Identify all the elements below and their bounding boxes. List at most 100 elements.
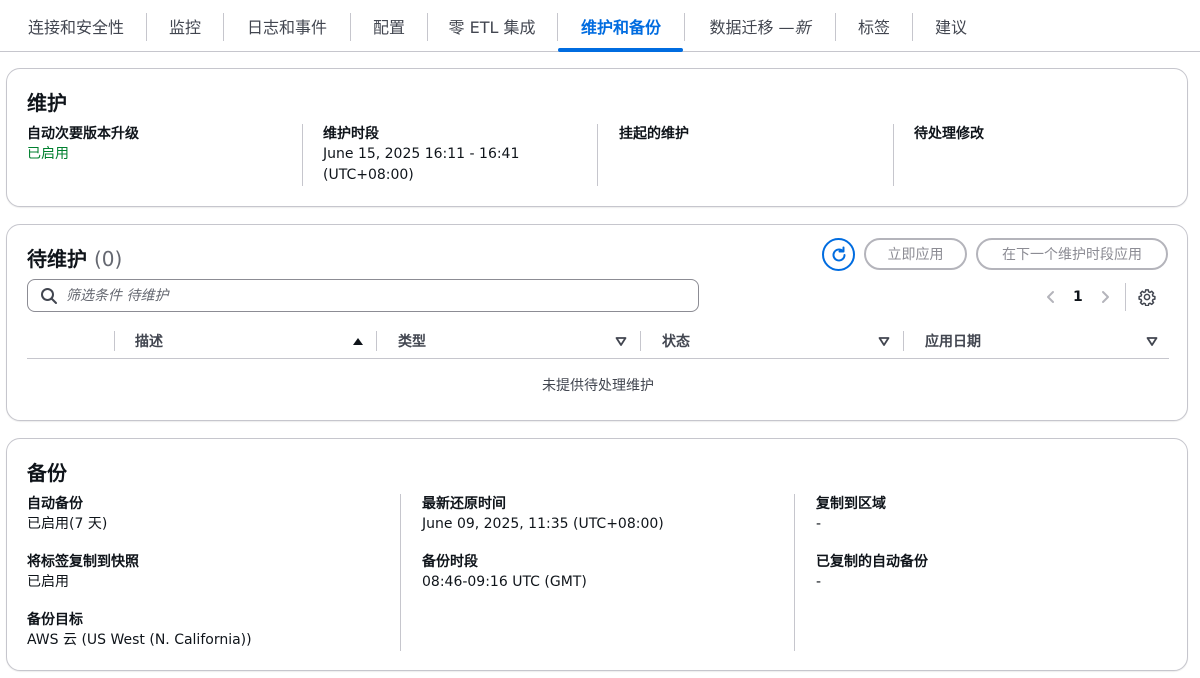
- replicated-auto-backups: 已复制的自动备份 -: [816, 552, 928, 593]
- sort-icon[interactable]: [878, 335, 890, 347]
- sort-ascending-icon[interactable]: [352, 335, 364, 347]
- maintenance-window-value: June 15, 2025 16:11 - 16:41: [323, 146, 520, 162]
- auto-backup-label: 自动备份: [27, 496, 83, 512]
- column-divider: [597, 124, 598, 186]
- backup-title: 备份: [27, 461, 67, 485]
- column-divider: [893, 124, 894, 186]
- empty-state-message: 未提供待处理维护: [542, 378, 654, 394]
- copy-tags-value: 已启用: [27, 574, 69, 590]
- apply-now-button[interactable]: 立即应用: [864, 238, 967, 270]
- column-divider: [376, 331, 377, 351]
- table-header-divider: [27, 358, 1169, 359]
- tab-label: 监控: [168, 18, 201, 37]
- auto-minor-upgrade-label: 自动次要版本升级: [27, 126, 139, 142]
- backup-target: 备份目标 AWS 云 (US West (N. California)): [27, 610, 252, 651]
- replicated-auto-label: 已复制的自动备份: [816, 554, 928, 570]
- backup-panel: 备份 自动备份 已启用(7 天) 将标签复制到快照 已启用 备份目标 AWS 云…: [6, 438, 1188, 671]
- replicate-region-value: -: [816, 516, 822, 532]
- chevron-left-icon[interactable]: [1043, 289, 1059, 305]
- tab-label: 零 ETL 集成: [448, 18, 536, 37]
- pagination: 1: [1043, 283, 1156, 311]
- tab-divider: [427, 13, 428, 41]
- copy-tags-to-snapshots: 将标签复制到快照 已启用: [27, 552, 139, 593]
- tab-divider: [350, 13, 351, 41]
- tab-divider: [557, 13, 558, 41]
- column-divider: [903, 331, 904, 351]
- column-header-description[interactable]: 描述: [135, 329, 163, 353]
- auto-minor-upgrade-value: 已启用: [27, 146, 69, 162]
- tab-label: 数据迁移 —: [709, 18, 795, 37]
- copy-tags-label: 将标签复制到快照: [27, 554, 139, 570]
- pending-maintenance: 挂起的维护: [619, 124, 689, 144]
- column-divider: [794, 494, 795, 651]
- tab-label: 日志和事件: [246, 18, 327, 37]
- maintenance-window: 维护时段 June 15, 2025 16:11 - 16:41 (UTC+08…: [323, 124, 519, 186]
- backup-window: 备份时段 08:46-09:16 UTC (GMT): [422, 552, 587, 593]
- column-header-type[interactable]: 类型: [398, 329, 426, 353]
- tab-maintenance-backup[interactable]: 维护和备份: [559, 0, 683, 52]
- tab-label: 标签: [857, 18, 890, 37]
- tab-monitoring[interactable]: 监控: [148, 0, 222, 52]
- sort-icon[interactable]: [1146, 335, 1158, 347]
- backup-window-value: 08:46-09:16 UTC (GMT): [422, 574, 587, 590]
- tab-divider: [223, 13, 224, 41]
- tab-label: 配置: [372, 18, 405, 37]
- pending-modifications-label: 待处理修改: [914, 126, 984, 142]
- pending-maintenance-title: 待维护 (0): [27, 243, 122, 272]
- column-divider: [400, 494, 401, 651]
- pending-count: (0): [93, 247, 123, 271]
- tab-label: 建议: [934, 18, 967, 37]
- tab-label: 连接和安全性: [27, 18, 124, 37]
- tab-label: 维护和备份: [580, 18, 661, 37]
- gear-icon[interactable]: [1138, 288, 1156, 306]
- apply-next-window-button[interactable]: 在下一个维护时段应用: [976, 238, 1168, 270]
- refresh-icon: [832, 246, 845, 261]
- pending-maintenance-panel: 待维护 (0) 立即应用 在下一个维护时段应用 1 描述 类型: [6, 224, 1188, 421]
- search-icon: [41, 287, 57, 304]
- column-divider: [114, 331, 115, 351]
- filter-search[interactable]: [27, 279, 699, 312]
- pending-maintenance-label: 挂起的维护: [619, 126, 689, 142]
- tab-divider: [146, 13, 147, 41]
- tab-configuration[interactable]: 配置: [352, 0, 426, 52]
- search-input[interactable]: [66, 287, 666, 304]
- backup-target-value: AWS 云 (US West (N. California)): [27, 632, 252, 648]
- auto-backup-value: 已启用(7 天): [27, 516, 108, 532]
- latest-restore-value: June 09, 2025, 11:35 (UTC+08:00): [422, 516, 664, 532]
- replicated-auto-value: -: [816, 574, 822, 590]
- tab-zero-etl[interactable]: 零 ETL 集成: [429, 0, 555, 52]
- tab-bar: 连接和安全性 监控 日志和事件 配置 零 ETL 集成 维护和备份 数据迁移 —…: [0, 0, 1200, 52]
- maintenance-window-timezone: (UTC+08:00): [323, 167, 414, 183]
- auto-backup: 自动备份 已启用(7 天): [27, 494, 107, 535]
- tab-tags[interactable]: 标签: [837, 0, 911, 52]
- sort-icon[interactable]: [615, 335, 627, 347]
- column-divider: [302, 124, 303, 186]
- tab-divider: [912, 13, 913, 41]
- pending-modifications: 待处理修改: [914, 124, 984, 144]
- tab-recommendations[interactable]: 建议: [914, 0, 988, 52]
- tab-divider: [835, 13, 836, 41]
- page-number[interactable]: 1: [1073, 289, 1083, 305]
- column-divider: [640, 331, 641, 351]
- tab-divider: [684, 13, 685, 41]
- maintenance-window-label: 维护时段: [323, 126, 379, 142]
- backup-target-label: 备份目标: [27, 612, 83, 628]
- column-header-status[interactable]: 状态: [662, 329, 690, 353]
- tab-connectivity-security[interactable]: 连接和安全性: [8, 0, 144, 52]
- replicate-region-label: 复制到区域: [816, 496, 886, 512]
- pager-divider: [1124, 283, 1126, 311]
- column-header-apply-date[interactable]: 应用日期: [925, 329, 981, 353]
- active-tab-indicator: [558, 48, 683, 52]
- maintenance-panel: 维护 自动次要版本升级 已启用 维护时段 June 15, 2025 16:11…: [6, 68, 1188, 207]
- tab-logs-events[interactable]: 日志和事件: [225, 0, 349, 52]
- new-badge: 新: [794, 18, 811, 37]
- auto-minor-upgrade: 自动次要版本升级 已启用: [27, 124, 139, 165]
- refresh-button[interactable]: [822, 238, 855, 271]
- maintenance-title: 维护: [27, 91, 67, 115]
- backup-window-label: 备份时段: [422, 554, 478, 570]
- tab-data-migration[interactable]: 数据迁移 — 新: [686, 0, 834, 52]
- pending-title-text: 待维护: [27, 247, 87, 271]
- replicate-to-region: 复制到区域 -: [816, 494, 886, 535]
- latest-restore-label: 最新还原时间: [422, 496, 506, 512]
- chevron-right-icon[interactable]: [1097, 289, 1113, 305]
